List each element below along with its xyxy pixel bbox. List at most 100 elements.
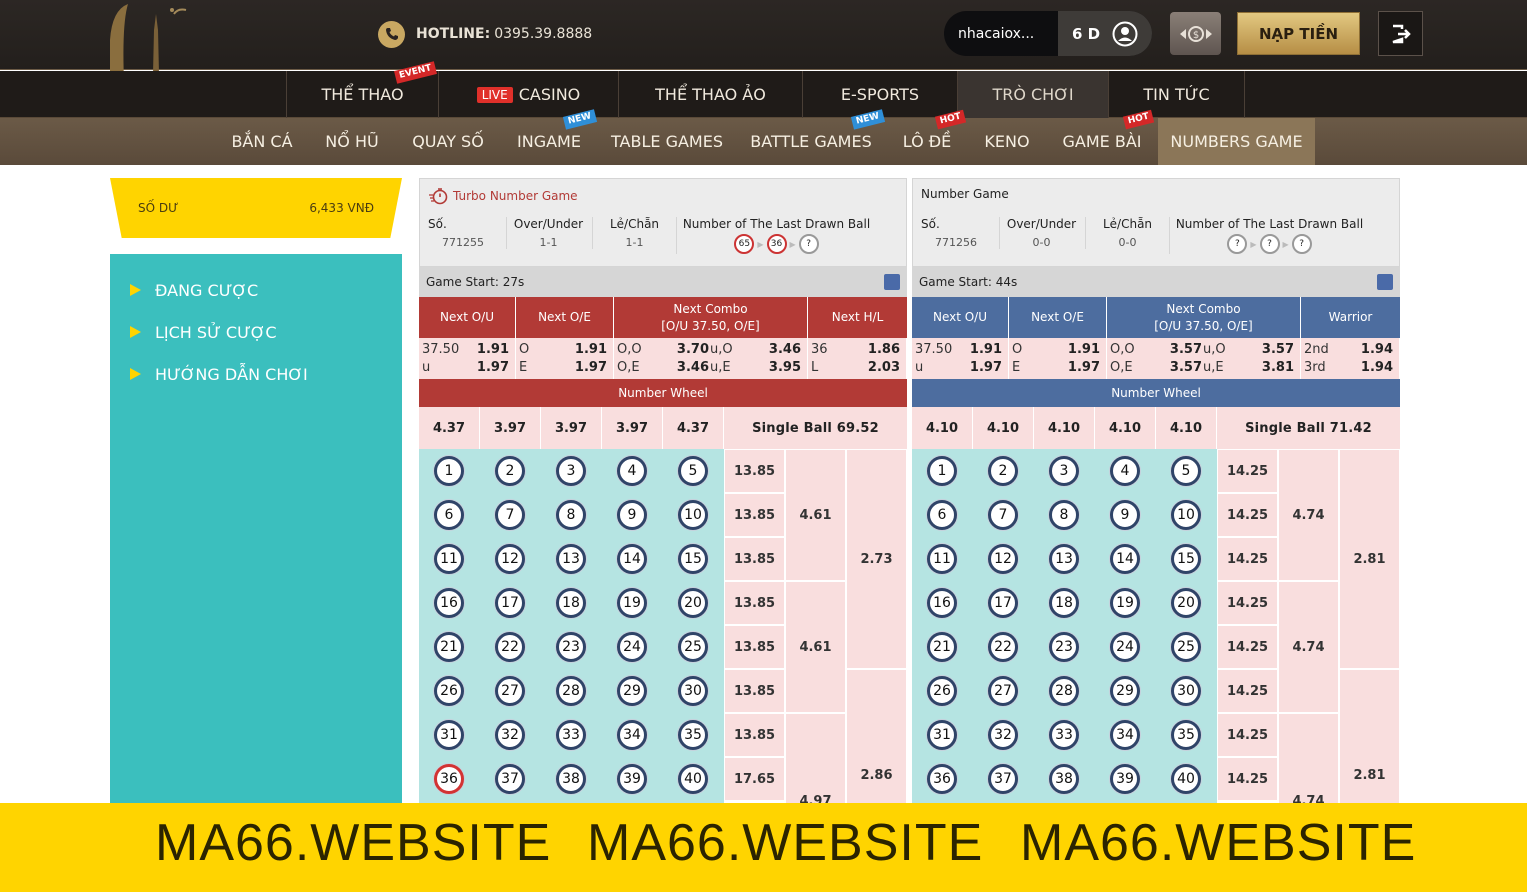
number-ball-8[interactable]: 8 <box>1049 500 1079 530</box>
number-ball-27[interactable]: 27 <box>988 676 1018 706</box>
number-ball-25[interactable]: 25 <box>1171 632 1201 662</box>
number-ball-38[interactable]: 38 <box>1049 764 1079 794</box>
row-odds-cell[interactable]: 14.25 <box>1217 449 1278 493</box>
wheel-odds-cell[interactable]: 4.37 <box>419 407 480 449</box>
number-ball-31[interactable]: 31 <box>434 720 464 750</box>
subnav-ban-ca[interactable]: BẮN CÁ <box>218 118 306 165</box>
info-icon[interactable] <box>1377 274 1393 290</box>
number-ball-11[interactable]: 11 <box>434 544 464 574</box>
number-ball-30[interactable]: 30 <box>678 676 708 706</box>
wheel-odds-cell[interactable]: 3.97 <box>602 407 663 449</box>
row-odds-cell[interactable]: 13.85 <box>724 493 785 537</box>
nav-tro-choi[interactable]: TRÒ CHƠI <box>957 71 1108 118</box>
subnav-game-bai[interactable]: GAME BÀI HOT <box>1052 109 1155 165</box>
half-odds-cell[interactable]: 2.81 <box>1339 449 1400 669</box>
number-ball-10[interactable]: 10 <box>678 500 708 530</box>
subnav-table-games[interactable]: TABLE GAMES <box>604 118 730 165</box>
combo-odds-cell[interactable]: O,O 3.57 u,O 3.57 O,E 3.57 u,E 3.81 <box>1107 338 1301 379</box>
hotline-number[interactable]: 0395.39.8888 <box>494 26 592 42</box>
number-ball-7[interactable]: 7 <box>988 500 1018 530</box>
wheel-odds-cell[interactable]: 4.10 <box>1156 407 1217 449</box>
number-ball-1[interactable]: 1 <box>434 456 464 486</box>
number-ball-36[interactable]: 36 <box>927 764 957 794</box>
number-ball-2[interactable]: 2 <box>988 456 1018 486</box>
nav-the-thao-ao[interactable]: THỂ THAO ẢO <box>618 71 802 118</box>
number-ball-30[interactable]: 30 <box>1171 676 1201 706</box>
number-ball-34[interactable]: 34 <box>617 720 647 750</box>
single-ball-cell[interactable]: Single Ball 69.52 <box>724 407 907 449</box>
number-ball-24[interactable]: 24 <box>1110 632 1140 662</box>
fourth-odds-cell[interactable]: 36 1.86 L 2.03 <box>808 338 907 379</box>
row-odds-cell[interactable]: 13.85 <box>724 581 785 625</box>
row-odds-cell[interactable]: 14.25 <box>1217 669 1278 713</box>
number-ball-20[interactable]: 20 <box>678 588 708 618</box>
number-ball-15[interactable]: 15 <box>678 544 708 574</box>
number-ball-18[interactable]: 18 <box>1049 588 1079 618</box>
subnav-numbers-game[interactable]: NUMBERS GAME <box>1158 118 1315 165</box>
number-ball-22[interactable]: 22 <box>495 632 525 662</box>
number-ball-21[interactable]: 21 <box>434 632 464 662</box>
row-odds-cell[interactable]: 13.85 <box>724 625 785 669</box>
row-odds-cell[interactable]: 14.25 <box>1217 757 1278 801</box>
wheel-odds-cell[interactable]: 4.10 <box>1034 407 1095 449</box>
number-ball-38[interactable]: 38 <box>556 764 586 794</box>
sidebar-item-dang-cuoc[interactable]: ĐANG CƯỢC <box>130 278 258 302</box>
half-odds-cell[interactable]: 2.73 <box>846 449 907 669</box>
subnav-battle-games[interactable]: BATTLE GAMES NEW <box>742 109 885 165</box>
row-odds-cell[interactable]: 13.85 <box>724 713 785 757</box>
number-ball-40[interactable]: 40 <box>678 764 708 794</box>
oe-odds-cell[interactable]: O 1.91 E 1.97 <box>1009 338 1107 379</box>
number-ball-17[interactable]: 17 <box>495 588 525 618</box>
number-ball-13[interactable]: 13 <box>556 544 586 574</box>
account-box[interactable]: nhacaiox... 6 D <box>944 11 1152 56</box>
subnav-ingame[interactable]: INGAME NEW <box>506 109 597 165</box>
number-ball-24[interactable]: 24 <box>617 632 647 662</box>
number-ball-16[interactable]: 16 <box>927 588 957 618</box>
wheel-odds-cell[interactable]: 3.97 <box>541 407 602 449</box>
number-ball-1[interactable]: 1 <box>927 456 957 486</box>
number-ball-26[interactable]: 26 <box>434 676 464 706</box>
number-ball-32[interactable]: 32 <box>495 720 525 750</box>
number-ball-3[interactable]: 3 <box>1049 456 1079 486</box>
subnav-lo-de[interactable]: LÔ ĐỀ HOT <box>892 109 967 165</box>
number-ball-39[interactable]: 39 <box>1110 764 1140 794</box>
row-odds-cell[interactable]: 14.25 <box>1217 713 1278 757</box>
number-ball-29[interactable]: 29 <box>617 676 647 706</box>
row-odds-cell[interactable]: 14.25 <box>1217 493 1278 537</box>
ou-odds-cell[interactable]: 37.50 1.91 u 1.97 <box>912 338 1009 379</box>
sidebar-item-huong-dan-choi[interactable]: HƯỚNG DẪN CHƠI <box>130 362 308 386</box>
number-ball-35[interactable]: 35 <box>1171 720 1201 750</box>
number-ball-14[interactable]: 14 <box>617 544 647 574</box>
sidebar-item-lich-su-cuoc[interactable]: LỊCH SỬ CƯỢC <box>130 320 277 344</box>
number-ball-19[interactable]: 19 <box>1110 588 1140 618</box>
number-ball-22[interactable]: 22 <box>988 632 1018 662</box>
fourth-odds-cell[interactable]: 2nd 1.94 3rd 1.94 <box>1301 338 1400 379</box>
number-ball-26[interactable]: 26 <box>927 676 957 706</box>
row-odds-cell[interactable]: 13.85 <box>724 669 785 713</box>
number-ball-3[interactable]: 3 <box>556 456 586 486</box>
number-ball-2[interactable]: 2 <box>495 456 525 486</box>
number-ball-35[interactable]: 35 <box>678 720 708 750</box>
number-ball-20[interactable]: 20 <box>1171 588 1201 618</box>
number-ball-25[interactable]: 25 <box>678 632 708 662</box>
wheel-odds-cell[interactable]: 4.10 <box>973 407 1034 449</box>
number-ball-12[interactable]: 12 <box>988 544 1018 574</box>
number-ball-37[interactable]: 37 <box>988 764 1018 794</box>
number-ball-12[interactable]: 12 <box>495 544 525 574</box>
number-ball-31[interactable]: 31 <box>927 720 957 750</box>
number-ball-13[interactable]: 13 <box>1049 544 1079 574</box>
number-ball-32[interactable]: 32 <box>988 720 1018 750</box>
number-ball-8[interactable]: 8 <box>556 500 586 530</box>
number-ball-23[interactable]: 23 <box>1049 632 1079 662</box>
row-odds-cell[interactable]: 13.85 <box>724 537 785 581</box>
number-ball-19[interactable]: 19 <box>617 588 647 618</box>
nav-the-thao[interactable]: THỂ THAO EVENT <box>286 61 438 118</box>
row-odds-cell[interactable]: 14.25 <box>1217 581 1278 625</box>
number-ball-11[interactable]: 11 <box>927 544 957 574</box>
wheel-odds-cell[interactable]: 4.10 <box>912 407 973 449</box>
number-ball-23[interactable]: 23 <box>556 632 586 662</box>
number-ball-36[interactable]: 36 <box>434 764 464 794</box>
oe-odds-cell[interactable]: O 1.91 E 1.97 <box>516 338 614 379</box>
subnav-no-hu[interactable]: NỔ HŨ <box>314 118 390 165</box>
nav-tin-tuc[interactable]: TIN TỨC <box>1108 71 1245 118</box>
